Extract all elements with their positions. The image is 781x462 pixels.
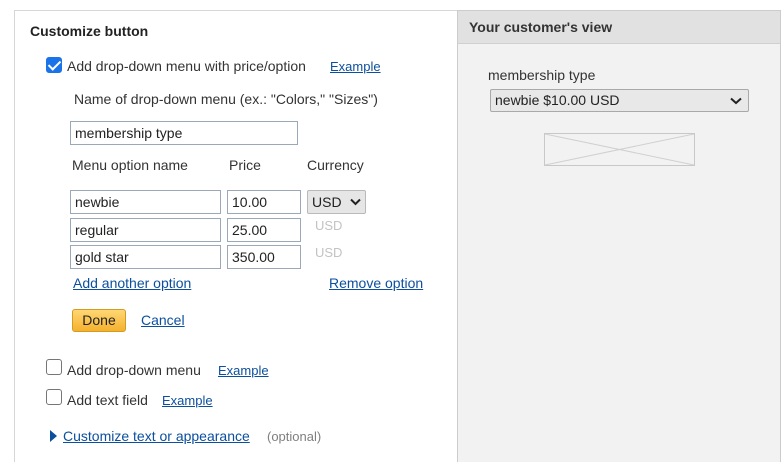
customer-view-title: Your customer's view <box>458 11 780 44</box>
dropdown-price-checkbox[interactable] <box>46 57 62 73</box>
column-option-name: Menu option name <box>72 157 188 173</box>
triangle-right-icon[interactable] <box>50 430 57 442</box>
column-currency: Currency <box>307 157 364 173</box>
dropdown-name-input[interactable]: membership type <box>70 121 298 145</box>
add-option-link[interactable]: Add another option <box>73 275 191 291</box>
remove-option-link[interactable]: Remove option <box>329 275 423 291</box>
customer-view-panel: Your customer's view membership type new… <box>457 10 781 462</box>
dropdown-price-example-link[interactable]: Example <box>330 59 381 74</box>
dropdown-menu-example-link[interactable]: Example <box>218 363 269 378</box>
option-name-input[interactable]: newbie <box>70 190 221 214</box>
image-placeholder-icon <box>544 133 695 166</box>
option-price-input[interactable]: 25.00 <box>227 218 301 242</box>
chevron-down-icon <box>730 97 742 105</box>
done-button[interactable]: Done <box>72 309 126 332</box>
dropdown-name-label: Name of drop-down menu (ex.: "Colors," "… <box>74 91 378 107</box>
dropdown-menu-label: Add drop-down menu <box>67 362 201 378</box>
customize-button-panel: Customize button Add drop-down menu with… <box>14 10 457 462</box>
customize-appearance-link[interactable]: Customize text or appearance <box>63 428 250 444</box>
preview-select-value: newbie $10.00 USD <box>495 92 620 108</box>
option-name-input[interactable]: regular <box>70 218 221 242</box>
currency-select[interactable]: USD <box>307 190 366 214</box>
option-name-input[interactable]: gold star <box>70 245 221 269</box>
dropdown-menu-checkbox[interactable] <box>46 359 62 375</box>
chevron-down-icon <box>350 198 361 206</box>
optional-note: (optional) <box>267 429 322 444</box>
preview-dropdown-label: membership type <box>488 67 596 83</box>
dropdown-price-label: Add drop-down menu with price/option <box>67 58 306 74</box>
text-field-label: Add text field <box>67 392 148 408</box>
option-currency-label: USD <box>315 218 343 233</box>
option-price-input[interactable]: 350.00 <box>227 245 301 269</box>
text-field-example-link[interactable]: Example <box>162 393 213 408</box>
option-currency-label: USD <box>315 245 343 260</box>
preview-dropdown-select[interactable]: newbie $10.00 USD <box>490 89 749 112</box>
panel-title: Customize button <box>30 23 149 39</box>
column-price: Price <box>229 157 261 173</box>
option-price-input[interactable]: 10.00 <box>227 190 301 214</box>
text-field-checkbox[interactable] <box>46 389 62 405</box>
currency-select-value: USD <box>312 194 342 210</box>
cancel-link[interactable]: Cancel <box>141 312 185 328</box>
